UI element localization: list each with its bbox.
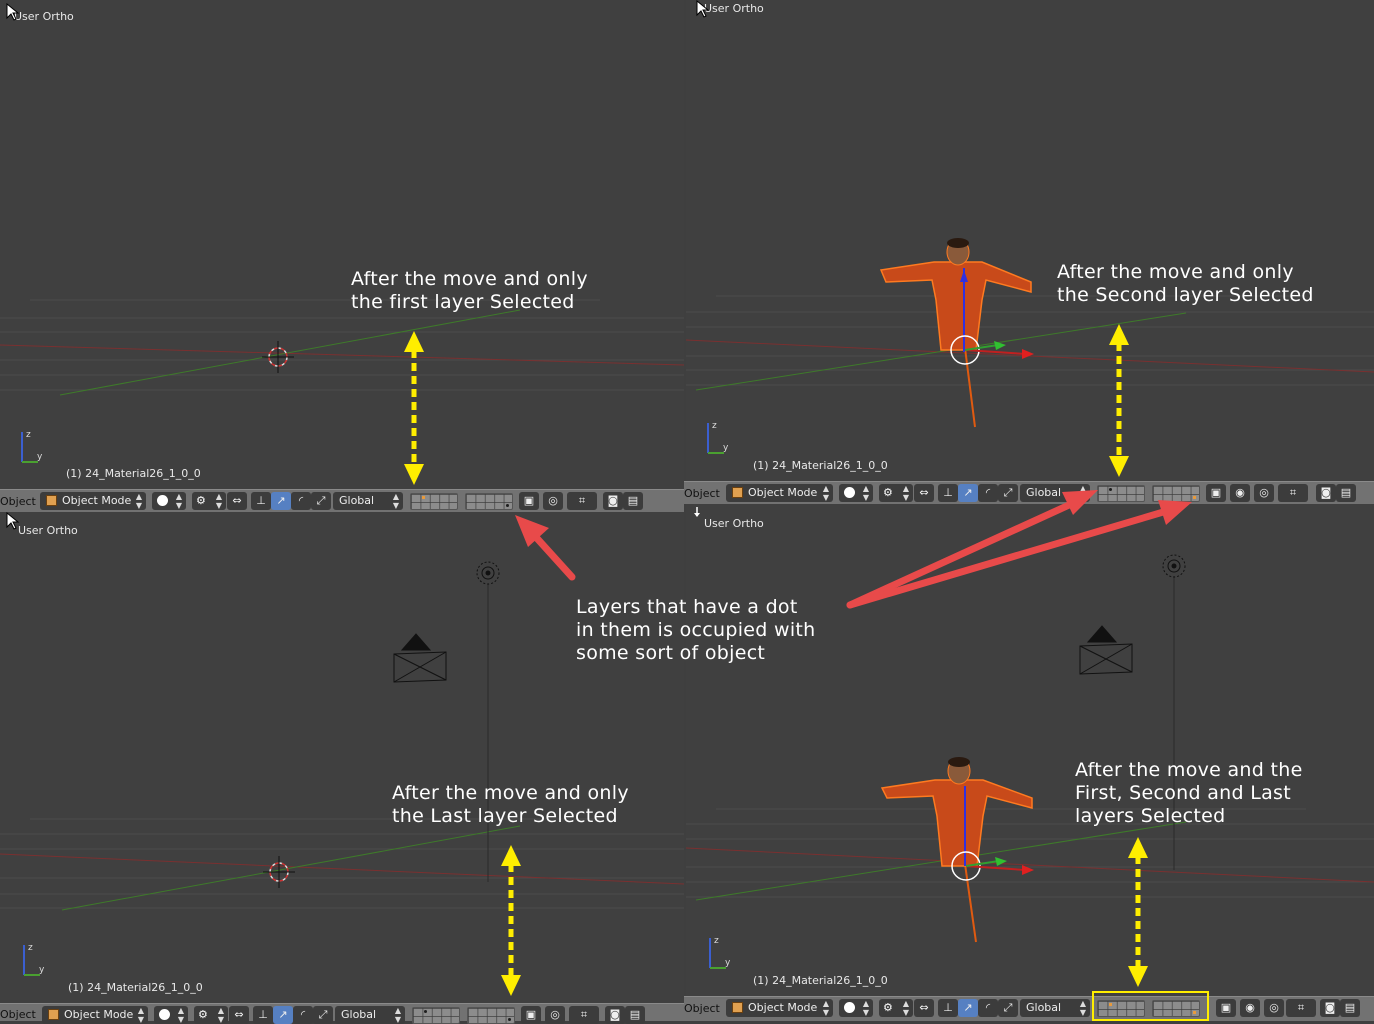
callout-arrows bbox=[515, 490, 1192, 609]
red-arrow-right-2 bbox=[846, 500, 1192, 609]
red-arrow-right-1 bbox=[846, 490, 1098, 609]
red-arrow-left bbox=[515, 515, 576, 581]
callout-line-2: in them is occupied with bbox=[576, 619, 816, 641]
callout-line-3: some sort of object bbox=[576, 642, 766, 664]
callout-line-1: Layers that have a dot bbox=[576, 596, 798, 618]
